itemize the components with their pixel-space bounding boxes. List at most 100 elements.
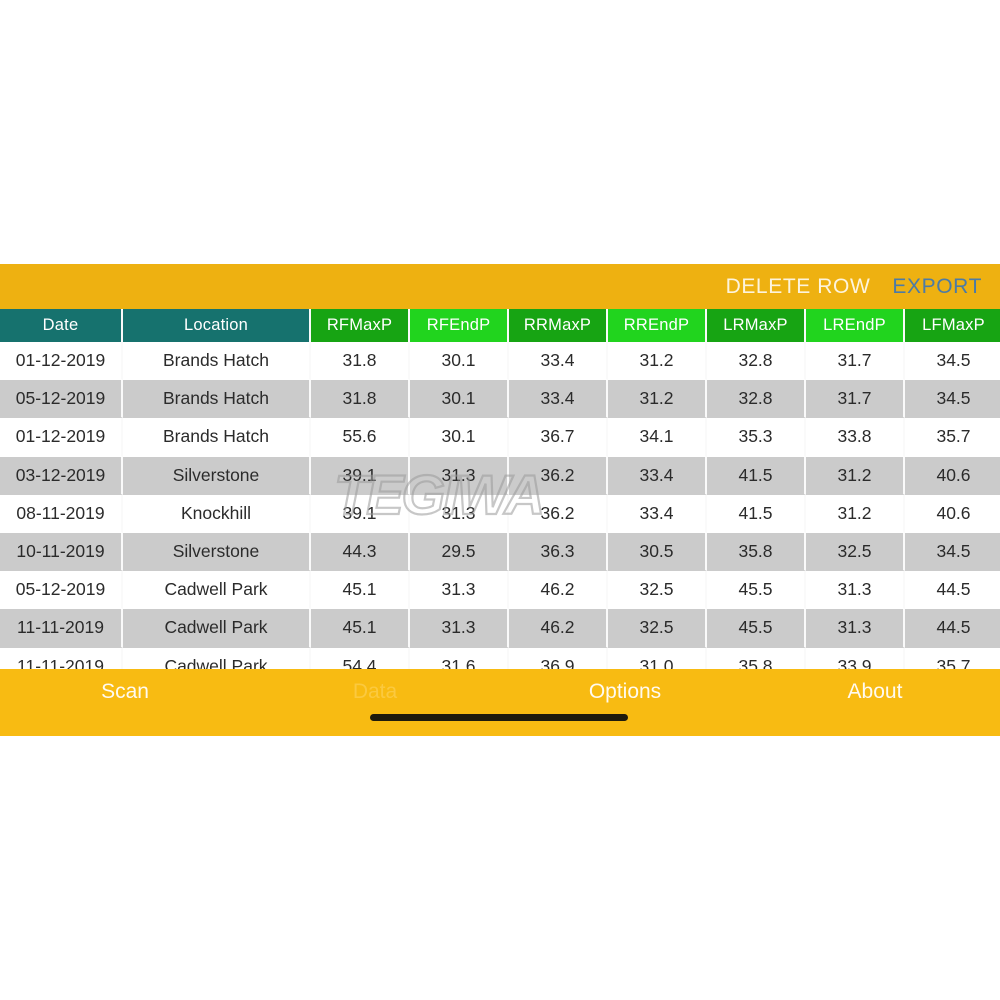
table-cell-rrmaxp: 33.4 (509, 342, 608, 381)
table-cell-location: Cadwell Park (123, 571, 311, 610)
table-row[interactable]: 01-12-2019 Brands Hatch 55.6 30.1 36.7 34.1 35… (0, 418, 1000, 457)
table-cell-lrendp: 31.3 (806, 571, 905, 610)
column-header-rfendp[interactable]: RFEndP (410, 309, 509, 342)
table-cell-rfendp: 29.5 (410, 532, 509, 572)
table-body[interactable]: 01-12-2019 Brands Hatch 31.8 30.1 33.4 31.2 32… (0, 342, 1000, 686)
table-cell-rrendp: 31.2 (608, 380, 707, 419)
table-cell-rrendp: 32.5 (608, 609, 707, 648)
column-header-lfmaxp[interactable]: LFMaxP (905, 309, 1000, 342)
action-bar: DELETE ROW EXPORT (0, 264, 1000, 309)
table-cell-rfmaxp: 44.3 (311, 532, 410, 572)
table-cell-date: 01-12-2019 (0, 418, 123, 457)
table-cell-rrmaxp: 36.7 (509, 418, 608, 457)
table-cell-rrendp: 34.1 (608, 418, 707, 457)
table-cell-lrmaxp: 41.5 (707, 456, 806, 495)
table-cell-lrendp: 33.8 (806, 418, 905, 457)
table-cell-lrmaxp: 41.5 (707, 494, 806, 533)
table-cell-lfmaxp: 34.5 (905, 342, 1000, 381)
table-cell-lrendp: 31.2 (806, 456, 905, 495)
column-header-location[interactable]: Location (123, 309, 311, 342)
table-row[interactable]: 10-11-2019 Silverstone 44.3 29.5 36.3 30.5 35.… (0, 532, 1000, 572)
table-cell-lfmaxp: 40.6 (905, 456, 1000, 495)
table-cell-location: Silverstone (123, 532, 311, 572)
table-cell-rfmaxp: 45.1 (311, 609, 410, 648)
table-cell-lrendp: 31.7 (806, 342, 905, 381)
table-cell-location: Brands Hatch (123, 380, 311, 419)
table-cell-location: Brands Hatch (123, 418, 311, 457)
table-row[interactable]: 08-11-2019 Knockhill 39.1 31.3 36.2 33.4 41.5 3… (0, 494, 1000, 533)
table-row[interactable]: 01-12-2019 Brands Hatch 31.8 30.1 33.4 31.2 32… (0, 342, 1000, 381)
tab-options[interactable]: Options (500, 669, 750, 715)
table-cell-lfmaxp: 34.5 (905, 380, 1000, 419)
table-cell-rrmaxp: 36.2 (509, 456, 608, 495)
app-screen: DELETE ROW EXPORT Date Location RFMaxP RFEn… (0, 264, 1000, 736)
column-header-rfmaxp[interactable]: RFMaxP (311, 309, 410, 342)
table-cell-date: 05-12-2019 (0, 571, 123, 610)
table-cell-date: 10-11-2019 (0, 532, 123, 572)
table-cell-date: 01-12-2019 (0, 342, 123, 381)
table-cell-location: Silverstone (123, 456, 311, 495)
column-header-date[interactable]: Date (0, 309, 123, 342)
table-cell-location: Cadwell Park (123, 609, 311, 648)
table-cell-lrendp: 31.2 (806, 494, 905, 533)
home-indicator (370, 714, 628, 721)
table-cell-date: 05-12-2019 (0, 380, 123, 419)
table-cell-rrendp: 32.5 (608, 571, 707, 610)
table-cell-date: 08-11-2019 (0, 494, 123, 533)
delete-row-button[interactable]: DELETE ROW (726, 275, 871, 299)
table-cell-lfmaxp: 34.5 (905, 532, 1000, 572)
table-cell-location: Knockhill (123, 494, 311, 533)
table-cell-lrmaxp: 45.5 (707, 571, 806, 610)
table-cell-rfendp: 30.1 (410, 342, 509, 381)
table-cell-lfmaxp: 40.6 (905, 494, 1000, 533)
table-cell-location: Brands Hatch (123, 342, 311, 381)
table-cell-rfendp: 31.3 (410, 456, 509, 495)
table-cell-lrendp: 31.7 (806, 380, 905, 419)
table-row[interactable]: 11-11-2019 Cadwell Park 45.1 31.3 46.2 32.5 45… (0, 609, 1000, 648)
column-header-rrendp[interactable]: RREndP (608, 309, 707, 342)
table-header: Date Location RFMaxP RFEndP RRMaxP RREndP LRMa… (0, 309, 1000, 342)
table-cell-lrmaxp: 35.8 (707, 532, 806, 572)
table-cell-rfendp: 30.1 (410, 418, 509, 457)
tab-data[interactable]: Data (250, 669, 500, 715)
export-button[interactable]: EXPORT (892, 275, 982, 299)
table-row[interactable]: 05-12-2019 Cadwell Park 45.1 31.3 46.2 32.5 45… (0, 571, 1000, 610)
table-cell-rfendp: 31.3 (410, 494, 509, 533)
tab-row: Scan Data Options About (0, 669, 1000, 715)
table-cell-rfmaxp: 31.8 (311, 342, 410, 381)
table-cell-rfendp: 31.3 (410, 609, 509, 648)
column-header-rrmaxp[interactable]: RRMaxP (509, 309, 608, 342)
column-header-lrendp[interactable]: LREndP (806, 309, 905, 342)
table-cell-rfmaxp: 31.8 (311, 380, 410, 419)
table-cell-rfmaxp: 39.1 (311, 494, 410, 533)
table-row[interactable]: 05-12-2019 Brands Hatch 31.8 30.1 33.4 31.2 32… (0, 380, 1000, 419)
table-cell-rfendp: 31.3 (410, 571, 509, 610)
bottom-tab-bar: Scan Data Options About (0, 669, 1000, 736)
column-header-lrmaxp[interactable]: LRMaxP (707, 309, 806, 342)
table-cell-rrmaxp: 46.2 (509, 609, 608, 648)
table-row[interactable]: 03-12-2019 Silverstone 39.1 31.3 36.2 33.4 41.… (0, 456, 1000, 495)
table-cell-rfmaxp: 55.6 (311, 418, 410, 457)
table-cell-rrendp: 33.4 (608, 456, 707, 495)
table-cell-rfmaxp: 39.1 (311, 456, 410, 495)
table-header-row: Date Location RFMaxP RFEndP RRMaxP RREndP LRMa… (0, 309, 1000, 342)
table-cell-date: 03-12-2019 (0, 456, 123, 495)
table-cell-rrendp: 31.2 (608, 342, 707, 381)
table-cell-rrmaxp: 33.4 (509, 380, 608, 419)
table-cell-lrendp: 31.3 (806, 609, 905, 648)
table-cell-rrendp: 33.4 (608, 494, 707, 533)
table-cell-lrmaxp: 35.3 (707, 418, 806, 457)
table-cell-rrmaxp: 46.2 (509, 571, 608, 610)
table-cell-lrmaxp: 32.8 (707, 342, 806, 381)
table-cell-lrmaxp: 32.8 (707, 380, 806, 419)
tab-scan[interactable]: Scan (0, 669, 250, 715)
tab-about[interactable]: About (750, 669, 1000, 715)
table-cell-lfmaxp: 35.7 (905, 418, 1000, 457)
pressure-data-table[interactable]: Date Location RFMaxP RFEndP RRMaxP RREndP LRMa… (0, 309, 1000, 686)
table-cell-lfmaxp: 44.5 (905, 571, 1000, 610)
table-cell-lfmaxp: 44.5 (905, 609, 1000, 648)
table-cell-rrmaxp: 36.2 (509, 494, 608, 533)
table-cell-rrendp: 30.5 (608, 532, 707, 572)
table-cell-lrendp: 32.5 (806, 532, 905, 572)
table-cell-rfendp: 30.1 (410, 380, 509, 419)
